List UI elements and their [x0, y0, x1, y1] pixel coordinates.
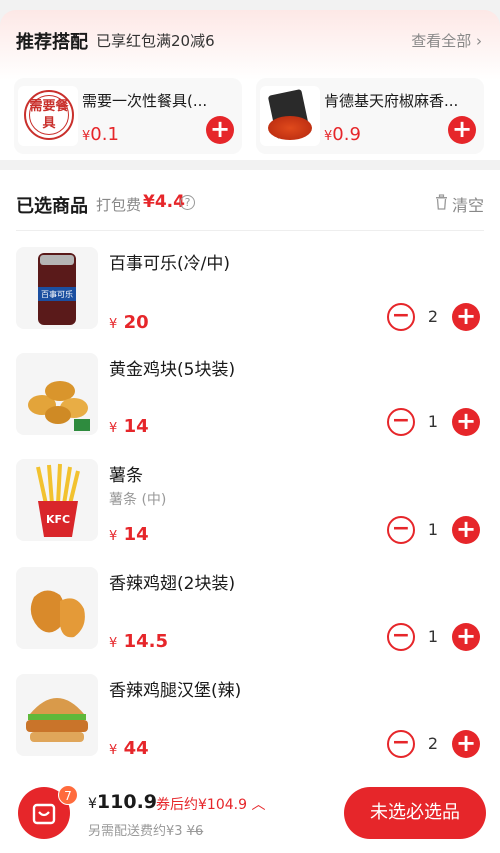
- chevron-up-icon: ︿: [251, 797, 266, 813]
- plus-icon: +: [455, 729, 477, 757]
- checkout-button[interactable]: 未选必选品: [344, 787, 486, 839]
- recommend-item-image: 需要餐具: [18, 86, 78, 146]
- cart-item: 黄金鸡块(5块装) ¥ 14 − 1 +: [0, 353, 500, 459]
- item-name: 百事可乐(冷/中): [109, 254, 230, 274]
- clear-button[interactable]: 清空: [452, 192, 484, 216]
- minus-icon: −: [391, 516, 411, 541]
- item-image: [16, 567, 98, 649]
- burger-icon: [26, 698, 88, 742]
- recommend-item[interactable]: 肯德基天府椒麻香... ¥0.9 +: [256, 78, 484, 154]
- item-price: ¥ 14: [109, 524, 149, 545]
- decrease-button[interactable]: −: [387, 623, 415, 651]
- cart-item: 香辣鸡翅(2块装) ¥ 14.5 − 1 +: [0, 567, 500, 673]
- add-recommend-button[interactable]: +: [448, 116, 476, 144]
- sauce-bowl-icon: [268, 116, 312, 140]
- item-image: [16, 353, 98, 435]
- cart-item: KFC 薯条 薯条 (中) ¥ 14 − 1 +: [0, 459, 500, 565]
- item-price: ¥ 14.5: [109, 631, 168, 652]
- quantity: 1: [427, 627, 439, 646]
- cart-item: 百事可乐 百事可乐(冷/中) ¥ 20 − 2 +: [0, 247, 500, 353]
- packing-fee-value: ¥4.4: [143, 192, 185, 212]
- item-image: KFC: [16, 459, 98, 541]
- minus-icon: −: [391, 623, 411, 648]
- decrease-button[interactable]: −: [387, 730, 415, 758]
- total-price: ¥110.9: [88, 791, 158, 813]
- minus-icon: −: [391, 303, 411, 328]
- item-name: 香辣鸡翅(2块装): [109, 574, 236, 594]
- svg-text:百事可乐: 百事可乐: [41, 289, 73, 299]
- plus-icon: +: [451, 115, 473, 143]
- chicken-wings-icon: [30, 590, 85, 638]
- recommend-item-image: [260, 86, 320, 146]
- pepsi-can-icon: 百事可乐: [38, 253, 76, 325]
- decrease-button[interactable]: −: [387, 516, 415, 544]
- recommend-item-price: ¥0.9: [324, 124, 361, 145]
- recommend-item-price: ¥0.1: [82, 124, 119, 145]
- item-image: 百事可乐: [16, 247, 98, 329]
- quantity: 2: [427, 734, 439, 753]
- recommend-section: 推荐搭配 已享红包满20减6 查看全部 › 需要餐具 需要一次性餐具(... ¥…: [0, 10, 500, 160]
- recommend-item-name: 肯德基天府椒麻香...: [324, 92, 459, 110]
- checkout-bar: 7 ¥110.9 券后约¥104.9 ︿ 另需配送费约¥3 ¥6 未选必选品: [0, 773, 500, 853]
- item-name: 香辣鸡腿汉堡(辣): [109, 681, 242, 701]
- item-name: 黄金鸡块(5块装): [109, 360, 236, 380]
- plus-icon: +: [455, 515, 477, 543]
- packing-fee-label: 打包费: [96, 196, 142, 214]
- decrease-button[interactable]: −: [387, 408, 415, 436]
- help-icon[interactable]: ?: [180, 195, 195, 210]
- selected-section: 已选商品 打包费 ¥4.4 ? 清空 百事可乐 百事可乐(冷/中) ¥ 20 −…: [0, 170, 500, 790]
- minus-icon: −: [391, 408, 411, 433]
- increase-button[interactable]: +: [452, 516, 480, 544]
- item-name: 薯条: [109, 466, 143, 486]
- chevron-right-icon: ›: [476, 32, 482, 50]
- plus-icon: +: [455, 622, 477, 650]
- divider: [16, 230, 484, 231]
- nuggets-icon: [28, 381, 90, 431]
- cart-item: 香辣鸡腿汉堡(辣) ¥ 44 − 2 +: [0, 674, 500, 780]
- cart-count-badge: 7: [58, 785, 78, 805]
- after-coupon-price[interactable]: 券后约¥104.9 ︿: [156, 794, 265, 814]
- recommend-item-name: 需要一次性餐具(...: [82, 92, 208, 110]
- quantity: 1: [427, 520, 439, 539]
- see-all-link[interactable]: 查看全部 ›: [411, 30, 482, 51]
- plus-icon: +: [209, 115, 231, 143]
- item-price: ¥ 44: [109, 738, 149, 759]
- delivery-fee-note: 另需配送费约¥3 ¥6: [88, 824, 204, 839]
- item-price: ¥ 14: [109, 416, 149, 437]
- utensils-stamp-icon: 需要餐具: [24, 90, 74, 140]
- increase-button[interactable]: +: [452, 623, 480, 651]
- quantity: 1: [427, 412, 439, 431]
- plus-icon: +: [455, 302, 477, 330]
- item-spec: 薯条 (中): [109, 492, 167, 508]
- selected-title: 已选商品: [16, 196, 88, 217]
- add-recommend-button[interactable]: +: [206, 116, 234, 144]
- plus-icon: +: [455, 407, 477, 435]
- increase-button[interactable]: +: [452, 730, 480, 758]
- increase-button[interactable]: +: [452, 303, 480, 331]
- decrease-button[interactable]: −: [387, 303, 415, 331]
- increase-button[interactable]: +: [452, 408, 480, 436]
- quantity: 2: [427, 307, 439, 326]
- recommend-title: 推荐搭配: [16, 32, 88, 53]
- fries-icon: KFC: [36, 463, 80, 537]
- recommend-subtitle: 已享红包满20减6: [96, 32, 215, 50]
- see-all-label: 查看全部: [411, 32, 472, 50]
- recommend-item[interactable]: 需要餐具 需要一次性餐具(... ¥0.1 +: [14, 78, 242, 154]
- minus-icon: −: [391, 730, 411, 755]
- trash-icon[interactable]: [435, 194, 448, 210]
- svg-text:KFC: KFC: [46, 513, 70, 526]
- item-image: [16, 674, 98, 756]
- item-price: ¥ 20: [109, 312, 149, 333]
